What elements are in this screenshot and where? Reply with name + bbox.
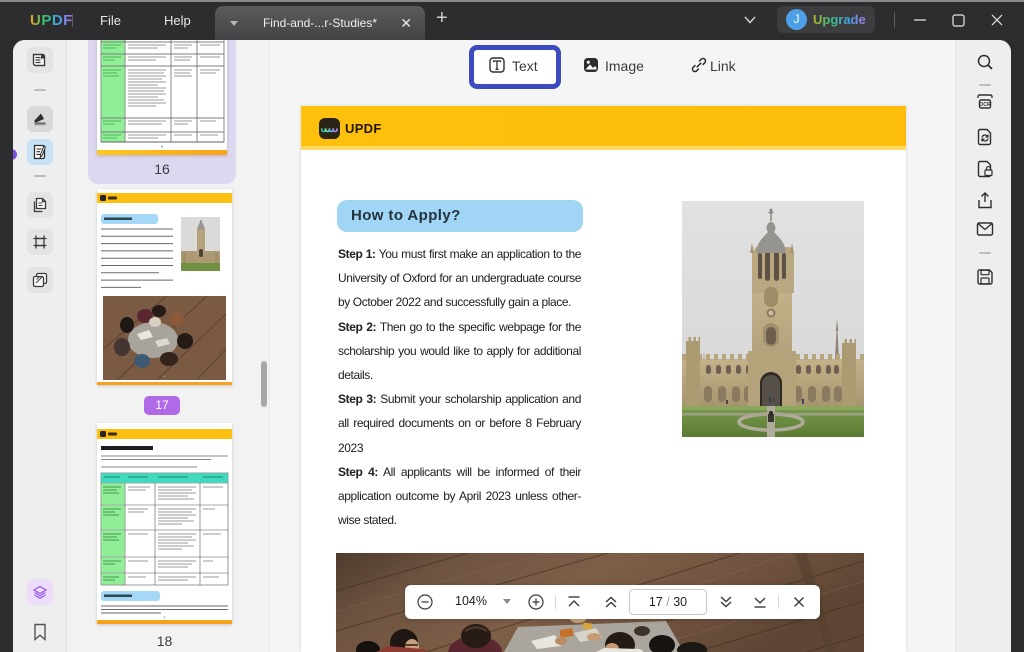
svg-text:OCR: OCR xyxy=(979,102,991,108)
